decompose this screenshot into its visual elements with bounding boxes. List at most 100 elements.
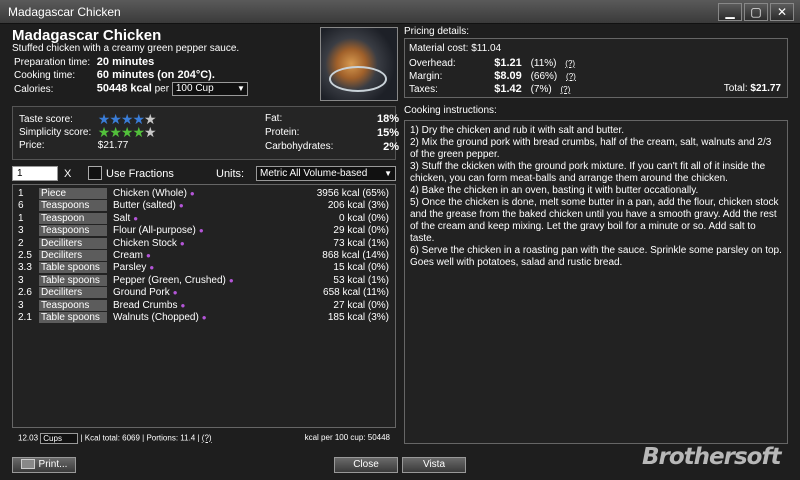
kcal-total: | Kcal total: 6069 | Portions: 11.4 | [80,433,200,443]
use-fractions-label: Use Fractions [106,168,174,180]
taxes-percent: (7%) [530,84,552,95]
overhead-help-link[interactable]: (?) [565,59,575,68]
info-dot-icon[interactable]: ● [146,251,151,260]
ingredient-name-wrap: Ground Pork ● [113,287,178,299]
star-filled-icon[interactable]: ★ [121,124,134,140]
info-dot-icon[interactable]: ● [173,288,178,297]
price-value: $21.77 [97,140,129,151]
ingredient-kcal: 27 kcal (0%) [333,299,389,311]
calories-row: Calories: 50448 kcal per 100 Cup ▼ [14,82,248,96]
overhead-row: Overhead: $1.21 (11%) (?) [409,57,785,69]
ingredient-row[interactable]: 3.3 Table spoons Parsley ● 15 kcal (0%) [13,262,395,274]
prep-time-label: Preparation time: [14,57,91,68]
ingredient-unit: Deciliters [39,287,107,299]
info-dot-icon[interactable]: ● [149,263,154,272]
ingredient-name-wrap: Salt ● [113,213,138,225]
ingredient-row[interactable]: 6 Teaspoons Butter (salted) ● 206 kcal (3%) [13,200,395,212]
info-dot-icon[interactable]: ● [180,301,185,310]
ingredient-name-wrap: Pepper (Green, Crushed) ● [113,275,234,287]
instruction-step: 4) Bake the chicken in an oven, basting … [410,185,699,196]
ingredient-unit: Teaspoons [39,225,107,237]
info-dot-icon[interactable]: ● [190,189,195,198]
window-title: Madagascar Chicken [8,5,121,19]
info-dot-icon[interactable]: ● [133,214,138,223]
ingredient-row[interactable]: 2.6 Deciliters Ground Pork ● 658 kcal (11%) [13,287,395,299]
ingredient-row[interactable]: 2.5 Deciliters Cream ● 868 kcal (14%) [13,250,395,262]
ingredient-unit: Table spoons [39,262,107,274]
close-button[interactable]: Close [334,457,398,473]
use-fractions-checkbox[interactable] [88,166,102,180]
ingredient-kcal: 206 kcal (3%) [327,200,389,212]
info-dot-icon[interactable]: ● [229,276,234,285]
ingredient-amount: 2.1 [18,312,32,323]
cups-unit-select[interactable]: Cups [40,433,79,444]
ingredient-name: Bread Crumbs [113,299,178,311]
instructions-text[interactable]: 1) Dry the chicken and rub it with salt … [404,120,788,444]
calories-unit-select[interactable]: 100 Cup ▼ [171,82,248,96]
calories-value: 50448 kcal [96,82,152,95]
ingredient-kcal: 3956 kcal (65%) [316,188,389,199]
protein-label: Protein: [265,127,300,138]
ingredient-name: Pepper (Green, Crushed) [113,274,226,286]
vista-button[interactable]: Vista [402,457,466,473]
ingredient-kcal: 29 kcal (0%) [333,225,389,237]
maximize-button[interactable]: ▢ [744,3,768,21]
ingredient-kcal: 15 kcal (0%) [333,262,389,274]
ingredient-amount: 3 [18,274,24,286]
protein-row: Protein: 15% [265,127,399,139]
quantity-input[interactable]: 1 [12,166,58,181]
ingredient-row[interactable]: 3 Table spoons Pepper (Green, Crushed) ● 53 … [13,274,395,287]
ingredient-amount: 1 [18,188,24,199]
star-empty-icon[interactable]: ★ [144,124,157,140]
info-dot-icon[interactable]: ● [199,226,204,235]
star-filled-icon[interactable]: ★ [98,124,111,140]
simplicity-stars[interactable]: ★★★★★ [98,124,157,140]
star-filled-icon[interactable]: ★ [132,124,145,140]
title-bar: Madagascar Chicken ▁ ▢ ✕ [0,0,800,24]
ingredient-name: Parsley [113,262,147,274]
ingredient-kcal: 185 kcal (3%) [327,312,389,323]
material-cost-label: Material cost: [409,43,469,54]
taxes-label: Taxes: [409,84,438,95]
quantity-bar: 1 X Use Fractions Units: Metric All Volu… [12,166,396,182]
close-window-button[interactable]: ✕ [770,3,794,21]
star-filled-icon[interactable]: ★ [109,124,122,140]
ingredient-kcal: 53 kcal (1%) [333,274,389,286]
ingredient-amount: 6 [18,200,24,212]
taxes-help-link[interactable]: (?) [560,85,570,94]
ingredient-amount: 2.5 [18,250,32,261]
ingredient-name: Walnuts (Chopped) [113,312,199,323]
totals-help-link[interactable]: (?) [202,434,212,443]
print-button[interactable]: Print... [12,457,76,473]
ingredient-row[interactable]: 3 Teaspoons Flour (All-purpose) ● 29 kcal (0… [13,225,395,237]
ingredient-name-wrap: Bread Crumbs ● [113,300,185,312]
minimize-button[interactable]: ▁ [718,3,742,21]
ingredient-row[interactable]: 3 Teaspoons Bread Crumbs ● 27 kcal (0%) [13,299,395,312]
cook-time-label: Cooking time: [14,70,76,81]
info-dot-icon[interactable]: ● [180,239,185,248]
recipe-photo [320,27,398,101]
info-dot-icon[interactable]: ● [202,313,207,322]
ingredients-list[interactable]: 1 Piece Chicken (Whole) ● 3956 kcal (65%) 6 Te… [12,184,396,428]
ingredient-amount: 1 [18,212,24,224]
prep-time-value: 20 minutes [96,56,155,68]
margin-help-link[interactable]: (?) [566,72,576,81]
margin-percent: (66%) [530,71,558,82]
material-cost-value: $11.04 [471,43,502,54]
ingredient-row[interactable]: 1 Teaspoon Salt ● 0 kcal (0%) [13,212,395,225]
ingredient-name-wrap: Flour (All-purpose) ● [113,225,204,237]
info-dot-icon[interactable]: ● [179,201,184,210]
price-row: Price: $21.77 [19,140,128,151]
ingredient-name: Chicken (Whole) [113,188,187,199]
units-value: Metric All Volume-based [260,168,368,179]
ingredient-row[interactable]: 1 Piece Chicken (Whole) ● 3956 kcal (65%) [13,188,395,200]
ingredient-unit: Teaspoons [39,299,107,311]
units-select[interactable]: Metric All Volume-based ▼ [256,166,396,181]
ingredient-unit: Piece [39,188,107,199]
total-label: Total: [723,83,748,94]
multiply-label: X [64,168,72,180]
ingredient-row[interactable]: 2 Deciliters Chicken Stock ● 73 kcal (1%) [13,237,395,250]
chevron-down-icon: ▼ [384,169,392,178]
ingredient-row[interactable]: 2.1 Table spoons Walnuts (Chopped) ● 185 kca… [13,312,395,324]
margin-value: $8.09 [494,70,522,82]
